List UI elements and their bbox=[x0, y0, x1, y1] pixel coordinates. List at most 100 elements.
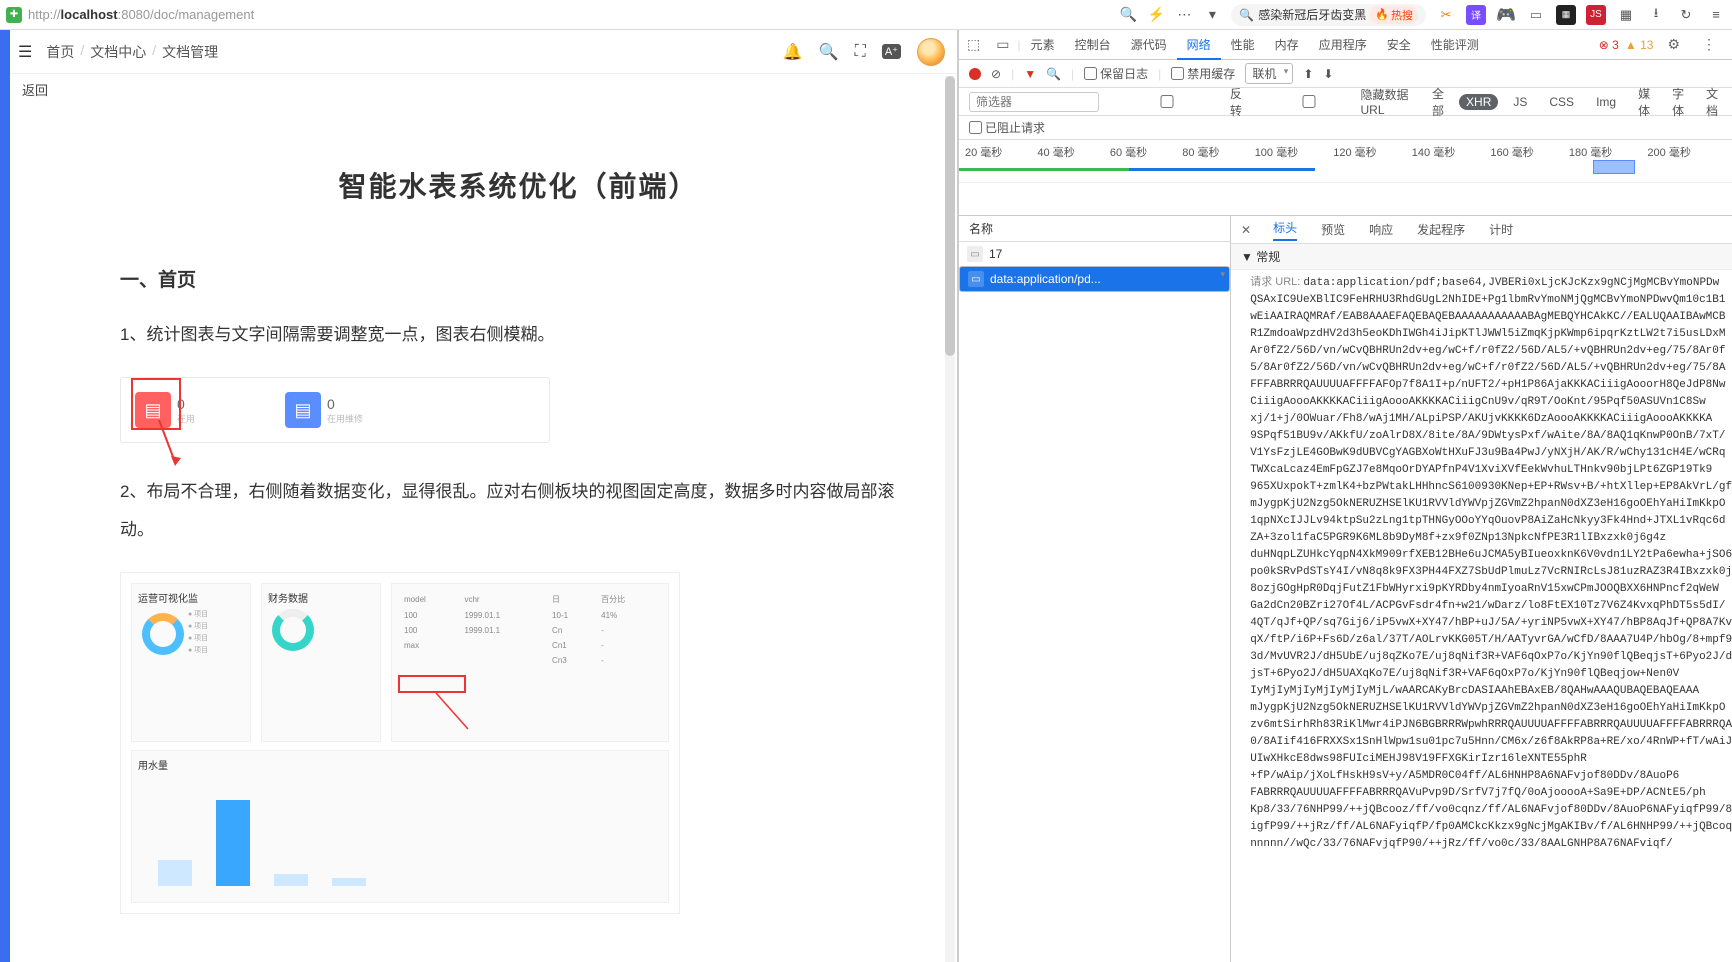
ext-translate-icon[interactable]: 译 bbox=[1466, 5, 1486, 25]
request-row[interactable]: ▭17 bbox=[959, 242, 1230, 266]
request-list: 名称 ▭17 ▭data:application/pd... bbox=[959, 216, 1231, 962]
blocked-requests[interactable]: 已阻止请求 bbox=[969, 119, 1045, 136]
device-icon[interactable]: ▭ bbox=[988, 36, 1017, 53]
crumb-home[interactable]: 首页 bbox=[46, 42, 74, 62]
devtools: ⬚ ▭ | 元素 控制台 源代码 网络 性能 内存 应用程序 安全 性能评测 ⊗… bbox=[958, 30, 1732, 962]
tab-performance[interactable]: 性能 bbox=[1221, 30, 1265, 59]
hot-search-text: 感染新冠后牙齿变黑 bbox=[1258, 6, 1366, 23]
lang-toggle[interactable]: A⁺ bbox=[882, 44, 901, 59]
secure-icon: ✚ bbox=[6, 7, 22, 23]
warn-count[interactable]: ▲ 13 bbox=[1625, 38, 1654, 52]
detail-tab-headers[interactable]: 标头 bbox=[1261, 213, 1309, 247]
invert-toggle[interactable]: 反转 bbox=[1107, 85, 1252, 119]
annotation-arrow bbox=[157, 420, 197, 470]
url-text: http://localhost:8080/doc/management bbox=[28, 7, 254, 22]
back-link[interactable]: 返回 bbox=[22, 83, 48, 98]
clear-icon[interactable]: ⊘ bbox=[991, 67, 1001, 81]
bell-icon[interactable]: 🔔 bbox=[783, 42, 803, 62]
more-icon[interactable]: ⋯ bbox=[1175, 6, 1193, 23]
search-icon-app[interactable]: 🔍 bbox=[819, 42, 839, 62]
ext-download-icon[interactable]: ⭳ bbox=[1646, 5, 1666, 25]
ext-menu-icon[interactable]: ≡ bbox=[1706, 5, 1726, 25]
detail-tab-timing[interactable]: 计时 bbox=[1477, 215, 1525, 244]
kebab-icon[interactable]: ⋮ bbox=[1694, 36, 1724, 53]
filter-js[interactable]: JS bbox=[1506, 94, 1534, 110]
screenshot-1: ▤ 0在用 ▤ 0在用维修 bbox=[120, 377, 550, 443]
ext-grid-icon[interactable]: ▦ bbox=[1616, 5, 1636, 25]
fullscreen-icon[interactable]: ⛶ bbox=[855, 43, 866, 61]
download-icon[interactable]: ⬇ bbox=[1323, 67, 1333, 81]
detail-tab-response[interactable]: 响应 bbox=[1357, 215, 1405, 244]
inspect-icon[interactable]: ⬚ bbox=[959, 36, 988, 53]
close-detail-icon[interactable]: ✕ bbox=[1231, 223, 1261, 237]
upload-icon[interactable]: ⬆ bbox=[1303, 67, 1313, 81]
timeline-selection[interactable] bbox=[1593, 160, 1635, 174]
stat-blue-icon: ▤ bbox=[285, 392, 321, 428]
network-filter-bar: 反转 隐藏数据 URL 全部 XHR JS CSS Img 媒体 字体 文档 W… bbox=[959, 88, 1732, 116]
ext-scissors-icon[interactable]: ✂ bbox=[1436, 5, 1456, 25]
filter-media[interactable]: 媒体 bbox=[1631, 84, 1657, 120]
filter-doc[interactable]: 文档 bbox=[1699, 84, 1725, 120]
request-row-selected[interactable]: ▭data:application/pd... bbox=[959, 266, 1230, 292]
hide-data-url[interactable]: 隐藏数据 URL bbox=[1260, 86, 1417, 117]
tab-network[interactable]: 网络 bbox=[1177, 30, 1221, 59]
section-heading: 一、首页 bbox=[120, 265, 917, 292]
ext-game-icon[interactable]: 🎮 bbox=[1496, 5, 1516, 25]
filter-all[interactable]: 全部 bbox=[1425, 84, 1451, 120]
disable-cache[interactable]: 禁用缓存 bbox=[1171, 65, 1235, 82]
hot-search[interactable]: 🔍 感染新冠后牙齿变黑 🔥热搜 bbox=[1231, 4, 1426, 26]
headers-content: 请求 URL: data:application/pdf;base64,JVBE… bbox=[1231, 270, 1732, 962]
filter-font[interactable]: 字体 bbox=[1665, 84, 1691, 120]
annotation-arrow-2 bbox=[428, 693, 488, 733]
app: ☰ 首页/ 文档中心/ 文档管理 🔔 🔍 ⛶ A⁺ 返回 智能水表系统优化（前端… bbox=[0, 30, 958, 962]
tab-security[interactable]: 安全 bbox=[1377, 30, 1421, 59]
tab-perfmon[interactable]: 性能评测 bbox=[1421, 30, 1489, 59]
tab-memory[interactable]: 内存 bbox=[1265, 30, 1309, 59]
app-header: ☰ 首页/ 文档中心/ 文档管理 🔔 🔍 ⛶ A⁺ bbox=[0, 30, 957, 74]
request-detail: ✕ 标头 预览 响应 发起程序 计时 ▼ 常规 请求 URL: data:app… bbox=[1231, 216, 1732, 962]
crumb-manage[interactable]: 文档管理 bbox=[162, 42, 218, 62]
filter-xhr[interactable]: XHR bbox=[1459, 94, 1498, 110]
network-timeline[interactable]: 20 毫秒40 毫秒60 毫秒80 毫秒100 毫秒120 毫秒140 毫秒16… bbox=[959, 140, 1732, 216]
filter-input[interactable] bbox=[969, 92, 1099, 112]
flash-icon[interactable]: ⚡ bbox=[1147, 6, 1165, 23]
error-count[interactable]: ⊗ 3 bbox=[1599, 38, 1619, 52]
col-name[interactable]: 名称 bbox=[959, 216, 1230, 242]
shield-icon[interactable]: ▾ bbox=[1203, 6, 1221, 23]
detail-tab-preview[interactable]: 预览 bbox=[1309, 215, 1357, 244]
tab-application[interactable]: 应用程序 bbox=[1309, 30, 1377, 59]
item-1: 1、统计图表与文字间隔需要调整宽一点，图表右侧模糊。 bbox=[120, 316, 917, 353]
crumb-center[interactable]: 文档中心 bbox=[90, 42, 146, 62]
avatar[interactable] bbox=[917, 38, 945, 66]
general-section[interactable]: ▼ 常规 bbox=[1231, 244, 1732, 270]
ext-js-icon[interactable]: JS bbox=[1586, 5, 1606, 25]
app-scrollbar[interactable] bbox=[945, 76, 955, 962]
filter-css[interactable]: CSS bbox=[1542, 94, 1581, 110]
tab-elements[interactable]: 元素 bbox=[1021, 30, 1065, 59]
ext-qr-icon[interactable]: ▦ bbox=[1556, 5, 1576, 25]
document-body: 智能水表系统优化（前端） 一、首页 1、统计图表与文字间隔需要调整宽一点，图表右… bbox=[0, 105, 957, 962]
hot-tag: 🔥热搜 bbox=[1370, 6, 1418, 24]
settings-icon[interactable]: ⚙ bbox=[1659, 36, 1688, 53]
ext-tab-icon[interactable]: ▭ bbox=[1526, 5, 1546, 25]
tab-console[interactable]: 控制台 bbox=[1065, 30, 1121, 59]
menu-toggle-icon[interactable]: ☰ bbox=[18, 42, 32, 62]
filter-img[interactable]: Img bbox=[1589, 94, 1623, 110]
search-icon[interactable]: 🔍 bbox=[1119, 6, 1137, 23]
item-2: 2、布局不合理，右侧随着数据变化，显得很乱。应对右侧板块的视图固定高度，数据多时… bbox=[120, 473, 917, 548]
annotation-box-2 bbox=[398, 675, 466, 693]
throttle-select[interactable]: 联机 bbox=[1245, 63, 1293, 84]
browser-toolbar: ✚ http://localhost:8080/doc/management 🔍… bbox=[0, 0, 1732, 30]
extensions: ✂ 译 🎮 ▭ ▦ JS ▦ ⭳ ↻ ≡ bbox=[1436, 5, 1726, 25]
search-net-icon[interactable]: 🔍 bbox=[1046, 67, 1061, 81]
detail-tab-initiator[interactable]: 发起程序 bbox=[1405, 215, 1477, 244]
breadcrumb: 首页/ 文档中心/ 文档管理 bbox=[46, 42, 218, 62]
ext-refresh-icon[interactable]: ↻ bbox=[1676, 5, 1696, 25]
filter-icon[interactable]: ▼ bbox=[1024, 67, 1036, 81]
tab-sources[interactable]: 源代码 bbox=[1121, 30, 1177, 59]
address-bar[interactable]: ✚ http://localhost:8080/doc/management bbox=[6, 7, 646, 23]
network-toolbar: ⊘ | ▼ 🔍 | 保留日志 | 禁用缓存 联机 ⬆ ⬇ bbox=[959, 60, 1732, 88]
record-button[interactable] bbox=[969, 68, 981, 80]
preserve-log[interactable]: 保留日志 bbox=[1084, 65, 1148, 82]
devtools-tabbar: ⬚ ▭ | 元素 控制台 源代码 网络 性能 内存 应用程序 安全 性能评测 ⊗… bbox=[959, 30, 1732, 60]
